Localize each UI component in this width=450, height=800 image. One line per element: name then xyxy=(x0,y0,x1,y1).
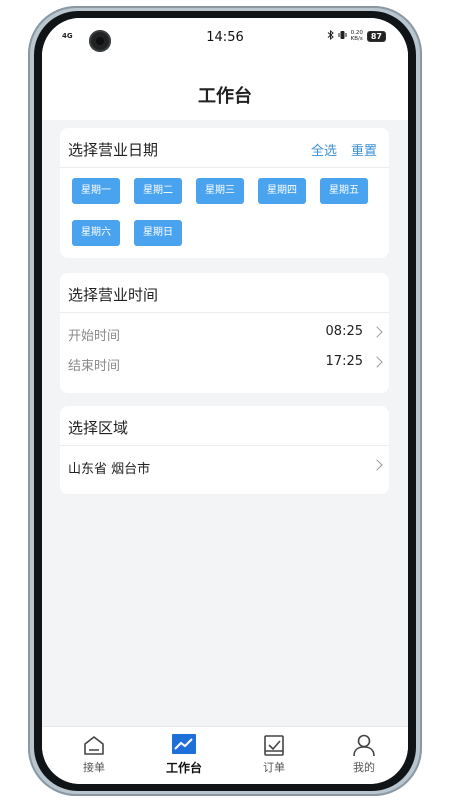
start-time-value: 08:25 xyxy=(325,324,363,339)
bluetooth-icon xyxy=(327,29,334,42)
day-chip-sunday[interactable]: 星期日 xyxy=(134,220,182,246)
tab-orders-receive[interactable]: 接单 xyxy=(64,733,124,775)
start-time-label: 开始时间 xyxy=(68,329,121,344)
page-title: 工作台 xyxy=(198,86,252,107)
bottom-tab-bar: 接单 工作台 订单 我的 xyxy=(42,726,408,784)
region-row[interactable]: 山东省 烟台市 xyxy=(60,452,389,482)
battery-indicator: 87 xyxy=(366,30,386,42)
home-icon xyxy=(84,736,104,755)
tab-orders[interactable]: 订单 xyxy=(244,733,304,775)
chevron-right-icon xyxy=(371,356,383,368)
region-card-title: 选择区域 xyxy=(68,419,129,437)
chart-icon xyxy=(172,734,196,754)
tab-profile[interactable]: 我的 xyxy=(334,733,394,775)
day-chip-thursday[interactable]: 星期四 xyxy=(258,178,306,204)
end-time-row[interactable]: 结束时间 17:25 xyxy=(60,349,389,379)
day-chip-wednesday[interactable]: 星期三 xyxy=(196,178,244,204)
select-all-button[interactable]: 全选 xyxy=(311,140,337,159)
start-time-row[interactable]: 开始时间 08:25 xyxy=(60,319,389,349)
time-card-title: 选择营业时间 xyxy=(68,286,159,304)
end-time-label: 结束时间 xyxy=(68,359,121,374)
status-bar: 4G 14:56 0.20 KB/s 87 xyxy=(42,18,408,58)
day-chip-tuesday[interactable]: 星期二 xyxy=(134,178,182,204)
time-card: 选择营业时间 开始时间 08:25 结束时间 17:25 xyxy=(60,273,389,393)
tab-workbench[interactable]: 工作台 xyxy=(154,733,214,776)
end-time-value: 17:25 xyxy=(325,354,363,369)
net-speed-unit: KB/s xyxy=(350,36,363,42)
region-value: 山东省 烟台市 xyxy=(68,462,151,477)
chevron-right-icon xyxy=(371,326,383,338)
user-icon xyxy=(353,734,375,757)
date-card: 选择营业日期 全选 重置 星期一 星期二 星期三 星期四 星期五 星期六 星期日 xyxy=(60,128,389,258)
network-speed: 0.20 KB/s xyxy=(351,30,363,42)
day-chip-saturday[interactable]: 星期六 xyxy=(72,220,120,246)
region-card-header: 选择区域 xyxy=(60,406,389,446)
time-card-header: 选择营业时间 xyxy=(60,273,389,313)
app-screen: 4G 14:56 0.20 KB/s 87 工作台 选择营业日期 全选 重置 星… xyxy=(42,18,408,784)
tab-label-receive: 接单 xyxy=(83,761,105,774)
day-chip-friday[interactable]: 星期五 xyxy=(320,178,368,204)
reset-button[interactable]: 重置 xyxy=(351,140,377,159)
app-header: 工作台 xyxy=(42,58,408,120)
tab-label-workbench: 工作台 xyxy=(165,761,202,775)
vibrate-icon xyxy=(338,30,347,42)
region-card: 选择区域 山东省 烟台市 xyxy=(60,406,389,494)
day-chip-monday[interactable]: 星期一 xyxy=(72,178,120,204)
tab-label-profile: 我的 xyxy=(353,761,375,774)
date-card-header: 选择营业日期 全选 重置 xyxy=(60,128,389,168)
chevron-right-icon xyxy=(371,459,383,471)
tab-label-orders: 订单 xyxy=(263,761,285,774)
status-icons: 0.20 KB/s 87 xyxy=(327,29,386,42)
date-card-title: 选择营业日期 xyxy=(68,141,159,159)
order-icon xyxy=(264,735,284,756)
